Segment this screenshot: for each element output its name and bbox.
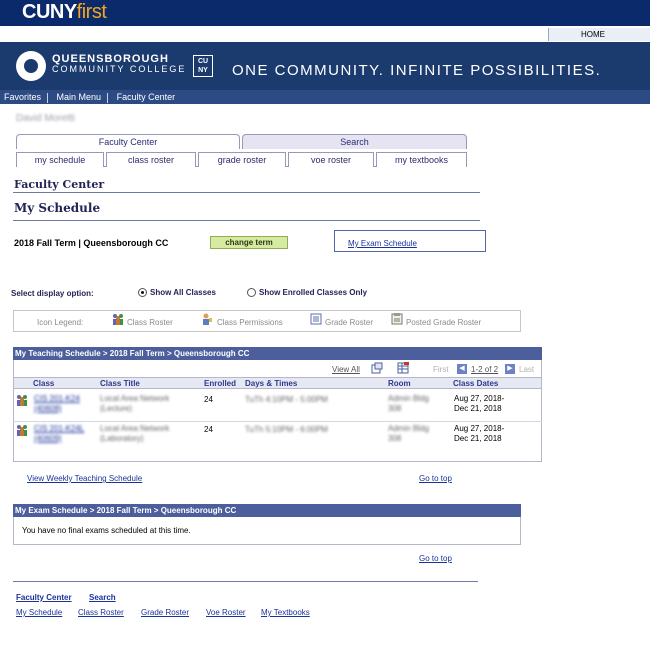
legend-label: Icon Legend: [37,318,84,327]
go-to-top-link[interactable]: Go to top [419,554,452,563]
prev-page-button[interactable]: ◀ [457,364,467,374]
posted-grade-roster-icon [391,313,403,325]
go-to-top-link[interactable]: Go to top [419,474,452,483]
show-enrolled-radio[interactable] [247,288,256,297]
change-term-button[interactable]: change term [210,236,288,249]
cuny-badge: CU NY [193,55,213,77]
footer-my-textbooks-link[interactable]: My Textbooks [261,608,310,617]
row-divider [13,421,542,422]
subtab-voe-roster[interactable]: voe roster [288,152,374,167]
teaching-schedule-header: My Teaching Schedule > 2018 Fall Term > … [13,347,542,360]
class-dates: Aug 27, 2018- Dec 21, 2018 [454,424,505,443]
class-roster-icon[interactable] [16,394,28,406]
footer-voe-roster-link[interactable]: Voe Roster [206,608,246,617]
days-times: TuTh 4:10PM - 5:00PM [245,395,328,404]
col-class: Class [31,377,98,389]
download-grid-icon[interactable] [397,362,409,374]
exam-schedule-link[interactable]: My Exam Schedule [348,239,417,248]
weekly-schedule-link[interactable]: View Weekly Teaching Schedule [27,474,142,483]
first-label: First [433,365,449,374]
class-link[interactable]: CIS 201-K24 (40608) [34,394,80,414]
tab-faculty-center[interactable]: Faculty Center [16,134,240,149]
home-button[interactable]: HOME [548,28,650,41]
footer-my-schedule-link[interactable]: My Schedule [16,608,62,617]
term-label: 2018 Fall Term | Queensborough CC [14,238,169,248]
col-icon [14,377,31,389]
footer-search-link[interactable]: Search [89,593,116,602]
show-all-radio[interactable] [138,288,147,297]
subtab-my-textbooks[interactable]: my textbooks [376,152,467,167]
days-times: TuTh 5:10PM - 6:00PM [245,425,328,434]
view-all-link[interactable]: View All [332,365,360,374]
subtab-grade-roster[interactable]: grade roster [198,152,286,167]
legend-class-roster: Class Roster [127,318,173,327]
class-dates: Aug 27, 2018- Dec 21, 2018 [454,394,505,413]
show-all-label[interactable]: Show All Classes [150,288,216,297]
tab-search[interactable]: Search [242,134,467,149]
enrolled-count: 24 [204,395,213,404]
class-link[interactable]: CIS 201-K24L (40609) [34,424,84,444]
show-enrolled-label[interactable]: Show Enrolled Classes Only [259,288,367,297]
divider [13,581,478,582]
footer-grade-roster-link[interactable]: Grade Roster [141,608,189,617]
breadcrumb: Favorites Main Menu Faculty Center [0,90,650,104]
legend-class-permissions: Class Permissions [217,318,283,327]
class-roster-icon[interactable] [16,424,28,436]
nav-main-menu[interactable]: Main Menu [53,92,106,102]
divider [13,192,480,193]
room: Admin Bldg 308 [388,394,429,413]
subtab-my-schedule[interactable]: my schedule [16,152,104,167]
exam-schedule-box: My Exam Schedule [334,230,486,252]
exam-schedule-panel: You have no final exams scheduled at thi… [13,517,521,545]
col-days-times: Days & Times [243,377,386,389]
section-title: Faculty Center [14,178,105,191]
enrolled-count: 24 [204,425,213,434]
qcc-logo-icon [16,51,46,81]
divider [13,220,480,221]
subtab-class-roster[interactable]: class roster [106,152,196,167]
col-room: Room [386,377,451,389]
footer-class-roster-link[interactable]: Class Roster [78,608,124,617]
room: Admin Bldg 308 [388,424,429,443]
zoom-grid-icon[interactable] [371,362,383,374]
user-name: David Moretti [16,113,75,124]
nav-faculty-center[interactable]: Faculty Center [113,92,180,102]
nav-favorites[interactable]: Favorites [0,92,45,102]
last-label: Last [519,365,535,374]
no-exams-message: You have no final exams scheduled at thi… [22,526,191,535]
class-title: Local Area Network (Lecture) [100,394,170,413]
cunyfirst-logo: CUNYfirst [22,1,107,23]
col-class-title: Class Title [98,377,202,389]
grade-roster-icon [310,313,322,325]
col-enrolled: Enrolled [202,377,243,389]
college-motto: ONE COMMUNITY. INFINITE POSSIBILITIES. [232,62,602,79]
footer-faculty-center-link[interactable]: Faculty Center [16,593,72,602]
next-page-button[interactable]: ▶ [505,364,515,374]
display-option-label: Select display option: [11,289,94,298]
exam-schedule-header: My Exam Schedule > 2018 Fall Term > Quee… [13,504,521,517]
college-name: QUEENSBOROUGH COMMUNITY COLLEGE [52,53,187,75]
class-permissions-icon [203,313,212,325]
class-title: Local Area Network (Laboratory) [100,424,170,443]
legend-posted-grade-roster: Posted Grade Roster [406,318,482,327]
page-range: 1-2 of 2 [471,365,499,374]
class-roster-icon [113,314,123,325]
page-title: My Schedule [14,201,101,215]
col-class-dates: Class Dates [451,377,541,389]
legend-grade-roster: Grade Roster [325,318,374,327]
